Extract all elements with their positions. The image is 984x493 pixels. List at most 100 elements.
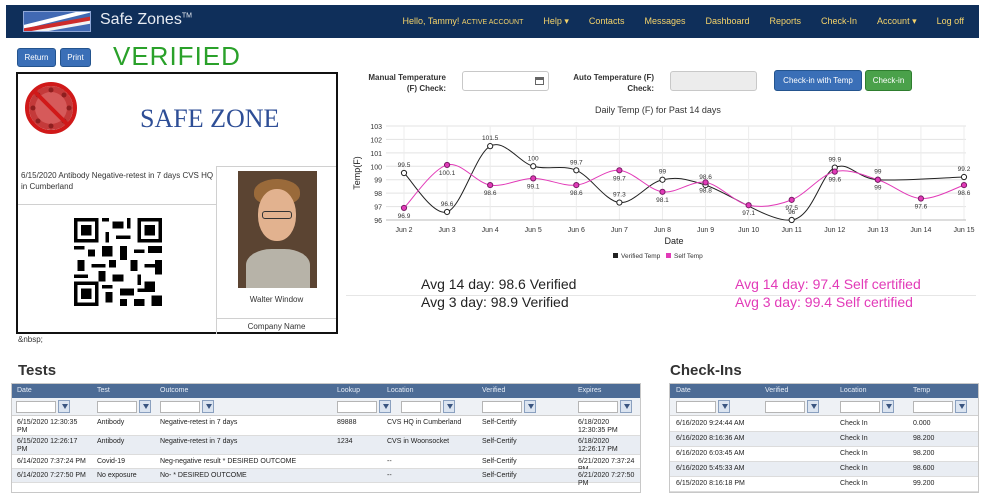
nav-checkin[interactable]: Check-In [811,16,867,27]
cell-date: 6/16/2020 6:03:45 AM [676,450,745,457]
y-tick-label: 100 [370,164,382,171]
col-date[interactable]: Date [676,387,691,394]
table-row[interactable]: 6/15/2020 12:30:35 PM Antibody Negative-re… [12,417,640,436]
filter-icon[interactable] [139,400,151,413]
nav-logoff[interactable]: Log off [927,16,974,27]
filter-expires-input[interactable] [578,401,618,413]
brand-title[interactable]: Safe ZonesTM [100,11,192,29]
top-navbar: Safe ZonesTM Hello, Tammy! ACTIVE ACCOUN… [6,5,979,38]
calendar-icon[interactable] [535,77,544,85]
cell-test: No exposure [97,472,137,479]
data-label: 98.1 [656,197,669,204]
nav-contacts[interactable]: Contacts [579,16,635,27]
data-label: 99 [874,169,882,176]
print-button[interactable]: Print [60,48,91,67]
filter-icon[interactable] [807,400,819,413]
filter-icon[interactable] [718,400,730,413]
cell-verified: Self-Certify [482,472,517,479]
data-point [400,169,408,177]
col-temp[interactable]: Temp [913,387,930,394]
cell-date: 6/14/2020 7:27:50 PM [17,472,86,479]
data-label: 96.9 [398,213,411,220]
checkin-with-temp-button[interactable]: Check-in with Temp [774,70,862,91]
table-row[interactable]: 6/15/2020 8:16:18 PM Check In 99.200 [670,477,978,492]
filter-location-input[interactable] [401,401,441,413]
col-outcome[interactable]: Outcome [160,387,188,394]
nav-reports[interactable]: Reports [760,16,812,27]
x-tick-label: Jun 14 [910,227,931,234]
col-date[interactable]: Date [17,387,32,394]
cell-lookup: 89888 [337,419,357,426]
avg3-self: Avg 3 day: 99.4 Self certified [735,294,913,310]
table-row[interactable]: 6/14/2020 7:37:24 PM Covid-19 Neg-negative… [12,455,640,473]
data-label: 99 [874,185,882,192]
cell-date: 6/15/2020 12:26:17 PM [17,438,78,453]
temp-line-chart: Daily Temp (F) for Past 14 days 96 97 98 99 1… [352,105,975,260]
safe-zone-title: SAFE ZONE [140,104,280,133]
filter-icon[interactable] [379,400,391,413]
filter-location-input[interactable] [840,401,880,413]
filter-icon[interactable] [202,400,214,413]
flag-logo[interactable] [23,11,91,32]
col-location[interactable]: Location [387,387,413,394]
col-verified[interactable]: Verified [765,387,788,394]
data-label: 99.7 [613,175,626,182]
filter-temp-input[interactable] [913,401,953,413]
filter-date-input[interactable] [676,401,716,413]
filter-outcome-input[interactable] [160,401,200,413]
cell-location: CVS in Woonsocket [387,438,450,445]
cell-verified: Self-Certify [482,458,517,465]
filter-icon[interactable] [882,400,894,413]
table-row[interactable]: 6/14/2020 7:27:50 PM No exposure No- * DES… [12,469,640,487]
col-location[interactable]: Location [840,387,866,394]
data-point [616,199,623,206]
nav-messages[interactable]: Messages [634,16,695,27]
cell-expires: 6/21/2020 7:27:50 PM [578,472,635,487]
table-row[interactable]: 6/16/2020 5:45:33 AM Check In 98.600 [670,462,978,477]
filter-date-input[interactable] [16,401,56,413]
filter-verified-input[interactable] [765,401,805,413]
data-point [702,179,709,186]
cell-date: 6/14/2020 7:37:24 PM [17,458,86,465]
filter-icon[interactable] [955,400,967,413]
col-test[interactable]: Test [97,387,110,394]
profile-photo [238,171,317,288]
return-button[interactable]: Return [17,48,56,67]
table-row[interactable]: 6/16/2020 9:24:44 AM Check In 0.000 [670,417,978,432]
nav-account[interactable]: Account ▾ [867,16,927,27]
x-tick-label: Jun 4 [482,227,499,234]
x-tick-label: Jun 5 [525,227,542,234]
data-point [659,188,666,195]
table-row[interactable]: 6/16/2020 8:16:36 AM Check In 98.200 [670,432,978,447]
nav-dashboard[interactable]: Dashboard [695,16,759,27]
cell-expires: 6/18/2020 12:30:35 PM [578,419,618,434]
filter-icon[interactable] [58,400,70,413]
filter-icon[interactable] [443,400,455,413]
table-row[interactable]: 6/15/2020 12:26:17 PM Antibody Negative-re… [12,436,640,455]
cell-date: 6/16/2020 5:45:33 AM [676,465,745,472]
filter-icon[interactable] [524,400,536,413]
tests-title: Tests [18,362,57,379]
cell-date: 6/15/2020 8:16:18 PM [676,480,745,487]
cell-outcome: Neg-negative result * DESIRED OUTCOME [160,458,297,465]
col-expires[interactable]: Expires [578,387,601,394]
data-point [573,181,580,189]
cell-verified: Self-Certify [482,438,517,445]
filter-icon[interactable] [620,400,632,413]
series-line-0 [403,144,965,221]
data-point [400,204,408,212]
col-lookup[interactable]: Lookup [337,387,360,394]
filter-test-input[interactable] [97,401,137,413]
col-verified[interactable]: Verified [482,387,505,394]
checkin-button[interactable]: Check-in [865,70,912,91]
manual-temp-input[interactable] [462,71,549,91]
cell-location: Check In [840,420,868,427]
data-label: 97.1 [742,210,755,217]
nav-help[interactable]: Help ▾ [533,16,579,27]
filter-lookup-input[interactable] [337,401,377,413]
checkins-filter-row [670,398,978,416]
table-row[interactable]: 6/16/2020 6:03:45 AM Check In 98.200 [670,447,978,462]
data-point [960,181,968,189]
filter-verified-input[interactable] [482,401,522,413]
cell-temp: 98.200 [913,450,935,457]
